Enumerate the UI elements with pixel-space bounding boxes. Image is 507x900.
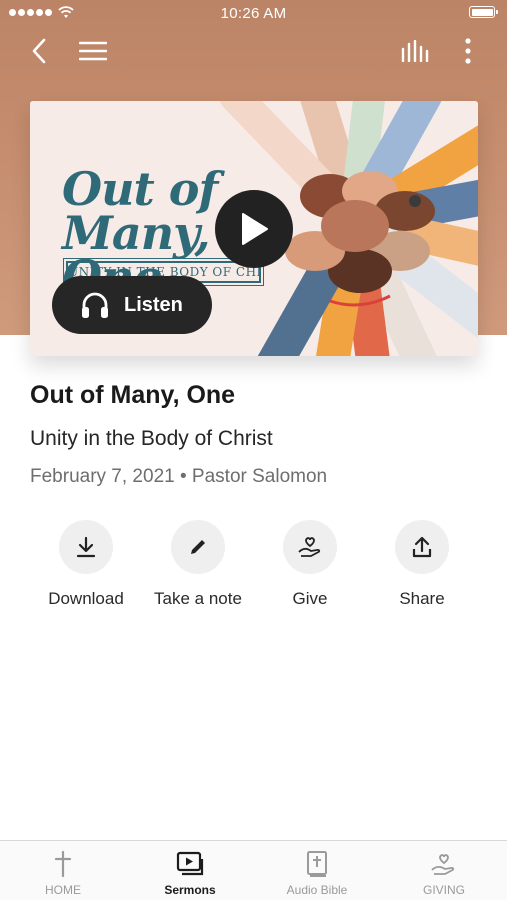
sermon-date: February 7, 2021 [30,466,175,487]
share-icon [412,536,432,558]
tab-home[interactable]: HOME [0,841,126,900]
tab-sermons[interactable]: Sermons [127,841,253,900]
tab-giving[interactable]: GIVING [381,841,507,900]
tab-audio-bible[interactable]: Audio Bible [254,841,380,900]
status-bar: 10:26 AM [0,0,507,26]
status-time: 10:26 AM [220,5,287,22]
play-icon [242,213,268,245]
give-circle[interactable] [283,520,337,574]
pencil-icon [191,540,205,554]
sermon-speaker: Pastor Salomon [191,466,328,487]
download-icon [76,536,96,558]
sermon-subtitle: Unity in the Body of Christ [30,427,273,450]
battery-icon [469,6,498,18]
back-button[interactable] [22,34,56,68]
menu-button[interactable] [74,34,112,68]
listen-label: Listen [124,293,183,316]
headphones-icon [82,292,108,318]
video-library-icon [176,851,204,876]
sermon-artwork: Out of Many, One UNITY IN THE BODY OF CH… [30,101,478,356]
more-options-button[interactable] [454,34,482,68]
take-note-circle[interactable] [171,520,225,574]
download-button[interactable]: Download [31,520,141,609]
tab-giving-label: GIVING [422,883,465,897]
give-label: Give [292,589,328,608]
more-vertical-icon [465,38,471,64]
tab-audio-bible-label: Audio Bible [286,883,348,897]
hamburger-icon [79,41,107,61]
bible-icon [307,851,327,877]
meta-separator: • [179,466,187,487]
take-note-label: Take a note [154,589,242,608]
tab-home-label: HOME [45,883,81,897]
download-label: Download [48,589,124,608]
listen-button[interactable]: Listen [52,276,212,334]
sermon-title: Out of Many, One [30,381,236,409]
equalizer-icon [401,40,429,62]
give-hand-heart-icon [298,537,321,557]
tab-bar: HOME Sermons Audio Bible GIVING [0,840,507,900]
take-note-button[interactable]: Take a note [143,520,253,609]
audio-levels-button[interactable] [396,34,434,68]
download-circle[interactable] [59,520,113,574]
chevron-left-icon [32,38,46,64]
share-label: Share [399,589,445,608]
share-button[interactable]: Share [367,520,477,609]
cross-icon [54,851,72,877]
share-circle[interactable] [395,520,449,574]
hand-heart-icon [431,854,455,875]
tab-sermons-label: Sermons [164,883,216,897]
give-button[interactable]: Give [255,520,365,609]
sermon-meta: February 7, 2021 • Pastor Salomon [30,466,327,488]
play-button[interactable] [215,190,293,268]
